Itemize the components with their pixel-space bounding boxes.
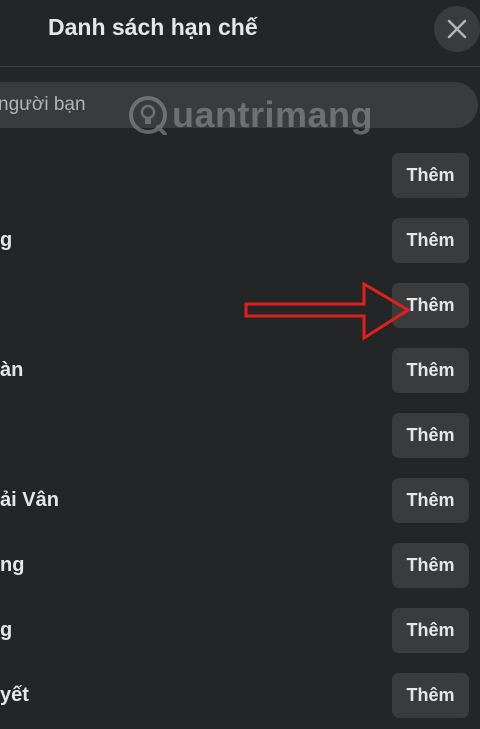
search-input[interactable]	[0, 82, 438, 128]
close-button[interactable]	[434, 6, 480, 52]
add-button[interactable]: Thêm	[392, 543, 469, 588]
list-item: g Thêm	[0, 598, 480, 663]
list-item: Thêm	[0, 403, 480, 468]
add-button[interactable]: Thêm	[392, 348, 469, 393]
add-button[interactable]: Thêm	[392, 283, 469, 328]
search-box[interactable]	[0, 82, 478, 128]
friend-name: yết	[0, 684, 29, 706]
add-button[interactable]: Thêm	[392, 413, 469, 458]
friend-name: ải Vân	[0, 489, 59, 511]
list-item: yết Thêm	[0, 663, 480, 728]
friend-name: g	[0, 619, 13, 641]
dialog-title: Danh sách hạn chế	[48, 14, 258, 40]
add-button[interactable]: Thêm	[392, 478, 469, 523]
friend-name: g	[0, 229, 13, 251]
list-item: g Thêm	[0, 208, 480, 273]
list-item: Thêm	[0, 273, 480, 338]
friend-name: àn	[0, 359, 24, 381]
list-item: ải Vân Thêm	[0, 468, 480, 533]
add-button[interactable]: Thêm	[392, 153, 469, 198]
dialog-header: Danh sách hạn chế	[0, 0, 480, 62]
add-button[interactable]: Thêm	[392, 218, 469, 263]
restricted-list-dialog: Danh sách hạn chế uantrimang Thêm g Thêm	[0, 0, 480, 729]
friend-name: ng	[0, 554, 25, 576]
add-button[interactable]: Thêm	[392, 608, 469, 653]
add-button[interactable]: Thêm	[392, 673, 469, 718]
close-icon	[447, 19, 467, 39]
header-divider	[0, 66, 480, 67]
friend-list: Thêm g Thêm Thêm àn Thêm Thêm ải Vân Thê…	[0, 143, 480, 728]
list-item: ng Thêm	[0, 533, 480, 598]
list-item: Thêm	[0, 143, 480, 208]
list-item: àn Thêm	[0, 338, 480, 403]
